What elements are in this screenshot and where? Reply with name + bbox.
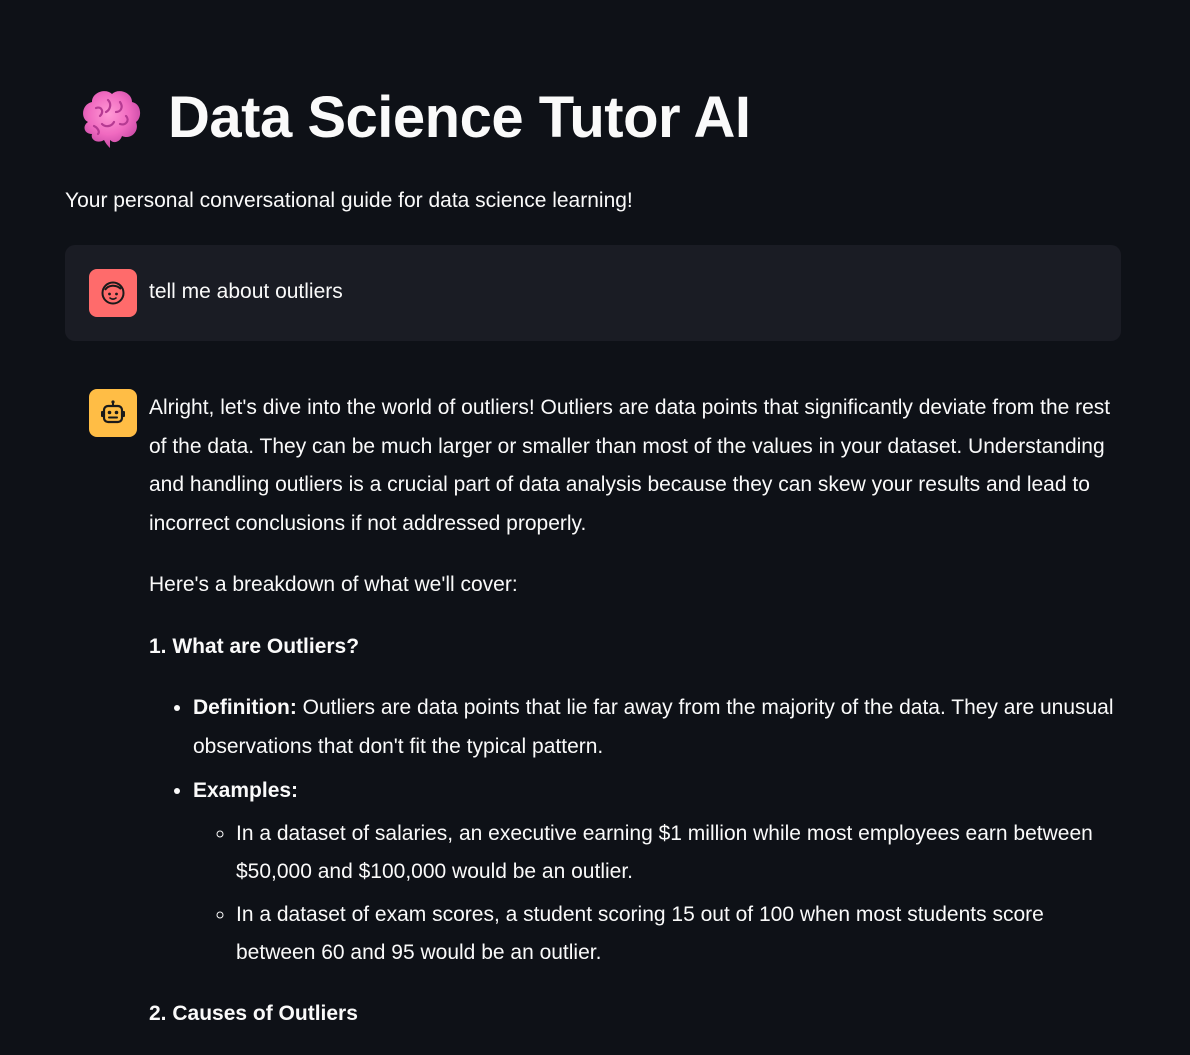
brain-icon	[83, 91, 141, 148]
definition-label: Definition:	[193, 696, 297, 719]
page-header: Data Science Tutor AI	[74, 82, 751, 154]
user-avatar	[89, 269, 137, 317]
section-heading-causes-of-outliers: 2. Causes of Outliers	[149, 1001, 358, 1025]
definition-text: Outliers are data points that lie far aw…	[193, 696, 1114, 758]
page-title: Data Science Tutor AI	[168, 85, 751, 150]
assistant-message-content: Alright, let's dive into the world of ou…	[149, 389, 1121, 1055]
user-message: tell me about outliers	[65, 245, 1121, 341]
section-heading-what-are-outliers: 1. What are Outliers?	[149, 634, 360, 658]
robot-icon	[101, 400, 125, 424]
examples-label: Examples:	[193, 779, 299, 802]
section1-list: Definition: Outliers are data points tha…	[149, 689, 1121, 973]
example-exam-scores: In a dataset of exam scores, a student s…	[236, 896, 1121, 973]
assistant-intro-paragraph: Alright, let's dive into the world of ou…	[149, 396, 1111, 535]
assistant-breakdown-paragraph: Here's a breakdown of what we'll cover:	[149, 573, 518, 596]
user-message-text: tell me about outliers	[149, 280, 343, 303]
list-item-definition: Definition: Outliers are data points tha…	[193, 689, 1121, 766]
example-salaries: In a dataset of salaries, an executive e…	[236, 815, 1121, 892]
app-root: Data Science Tutor AI Your personal conv…	[0, 0, 1190, 1055]
page-subtitle: Your personal conversational guide for d…	[65, 189, 633, 212]
assistant-avatar	[89, 389, 137, 437]
examples-list: In a dataset of salaries, an executive e…	[193, 815, 1121, 973]
user-face-icon	[101, 281, 125, 305]
list-item-examples: Examples: In a dataset of salaries, an e…	[193, 772, 1121, 973]
